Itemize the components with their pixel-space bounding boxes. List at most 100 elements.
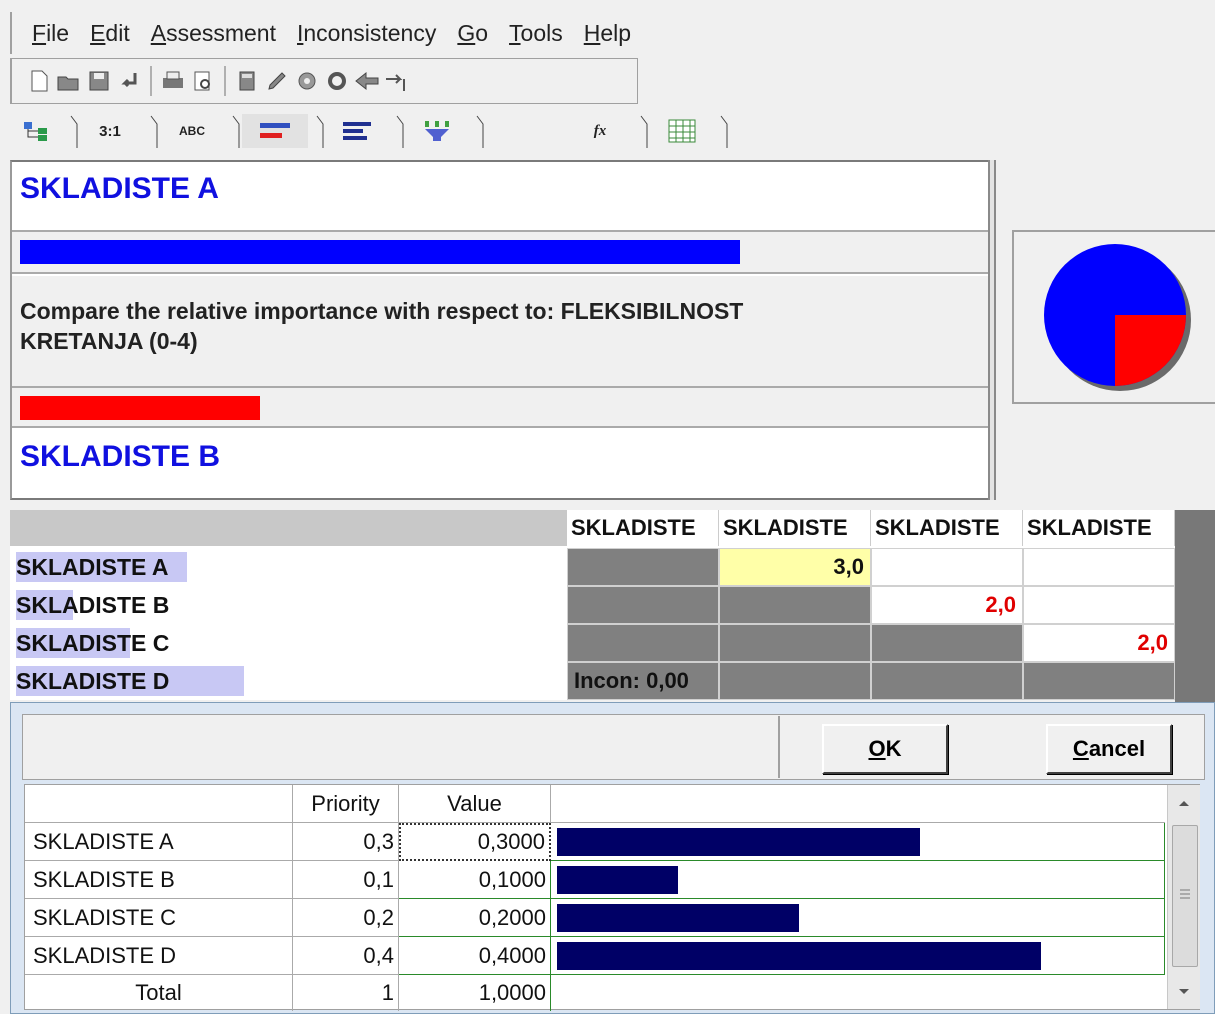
table-row-label: SKLADISTE B: [25, 861, 293, 899]
menu-edit[interactable]: Edit: [89, 20, 131, 47]
toolbar-separator: [150, 66, 152, 96]
save-icon[interactable]: [86, 68, 112, 94]
matrix-cell: [719, 586, 871, 624]
matrix-cell: [719, 624, 871, 662]
tab-divider: [316, 115, 324, 148]
matrix-row[interactable]: SKLADISTE B: [10, 586, 567, 624]
grid-icon: [668, 119, 696, 143]
priority-cell: 0,4: [293, 937, 399, 975]
comparison-bar-b[interactable]: [20, 396, 260, 420]
table-row-label: SKLADISTE A: [25, 823, 293, 861]
matrix-row[interactable]: SKLADISTE C: [10, 624, 567, 662]
priority-cell: 0,2: [293, 899, 399, 937]
dialog-message-area: [24, 716, 780, 778]
pie-slice-b: [1115, 315, 1186, 386]
refresh-icon[interactable]: [324, 68, 350, 94]
tab-bars[interactable]: [328, 114, 388, 148]
scroll-down-arrow-icon[interactable]: [1168, 975, 1200, 1009]
priority-cell: 0,3: [293, 823, 399, 861]
funnel-icon: [425, 121, 449, 141]
scroll-thumb[interactable]: [1172, 825, 1198, 967]
table-corner: [25, 785, 293, 823]
menu-help[interactable]: Help: [583, 20, 632, 47]
matrix-cell: [567, 548, 719, 586]
print-icon[interactable]: [160, 68, 186, 94]
formula-icon: fx: [593, 122, 607, 139]
matrix-col-header[interactable]: SKLADISTE: [719, 510, 871, 546]
tab-divider: [720, 115, 728, 148]
priority-header: Priority: [293, 785, 399, 823]
matrix-col-header[interactable]: SKLADISTE: [567, 510, 719, 546]
edit-icon[interactable]: [264, 68, 290, 94]
bar-header: [551, 785, 1165, 823]
bars-icon: [343, 122, 371, 140]
comparison-matrix: SKLADISTE SKLADISTE SKLADISTE SKLADISTE …: [10, 510, 1175, 700]
matrix-cell[interactable]: [1023, 548, 1175, 586]
vertical-scrollbar[interactable]: [1167, 785, 1200, 1009]
matrix-cell-selected[interactable]: 3,0: [719, 548, 871, 586]
matrix-cell[interactable]: 2,0: [871, 586, 1023, 624]
tree-icon: [24, 122, 47, 141]
priorities-table: Priority Value SKLADISTE A 0,3 0,3000 SK…: [24, 784, 1200, 1011]
matrix-cell: [1023, 662, 1175, 700]
value-input[interactable]: 0,4000: [399, 937, 551, 975]
matrix-cell[interactable]: [1023, 586, 1175, 624]
matrix-row-label: SKLADISTE D: [16, 668, 170, 694]
menu-assessment[interactable]: Assessment: [150, 20, 277, 47]
matrix-cell: [871, 662, 1023, 700]
tab-divider: [70, 115, 78, 148]
tab-tree[interactable]: [12, 114, 62, 148]
tab-divider: [150, 115, 158, 148]
matrix-cell: [871, 624, 1023, 662]
matrix-cell: [719, 662, 871, 700]
cancel-button[interactable]: Cancel: [1046, 724, 1172, 774]
priority-bar: [557, 866, 678, 894]
tab-ratio[interactable]: 3:1: [80, 114, 140, 148]
panel-splitter[interactable]: [988, 160, 996, 500]
menu-go[interactable]: Go: [456, 20, 489, 47]
undo-icon[interactable]: [116, 68, 142, 94]
tab-divider: [396, 115, 404, 148]
value-input[interactable]: 0,2000: [399, 899, 551, 937]
matrix-cell[interactable]: 2,0: [1023, 624, 1175, 662]
open-icon[interactable]: [56, 68, 82, 94]
view-tabs: 3:1 ABC fx: [10, 108, 1215, 152]
comparison-question: Compare the relative importance with res…: [20, 298, 744, 354]
tab-graphical[interactable]: [242, 114, 308, 148]
matrix-row-label: SKLADISTE B: [16, 592, 170, 618]
value-header: Value: [399, 785, 551, 823]
new-icon[interactable]: [26, 68, 52, 94]
comparison-bar-a[interactable]: [20, 240, 740, 264]
goto-icon[interactable]: [384, 68, 410, 94]
table-row-label: SKLADISTE C: [25, 899, 293, 937]
synthesize-icon[interactable]: [294, 68, 320, 94]
calculator-icon[interactable]: [234, 68, 260, 94]
priority-bar: [557, 828, 920, 856]
value-input[interactable]: 0,3000: [399, 823, 551, 861]
ok-button[interactable]: OK: [822, 724, 948, 774]
total-label: Total: [25, 975, 293, 1011]
sensitivity-icon[interactable]: [354, 68, 380, 94]
pie-chart: [1044, 244, 1191, 391]
tab-verbal[interactable]: ABC: [162, 114, 222, 148]
priority-bar: [557, 942, 1041, 970]
menu-tools[interactable]: Tools: [508, 20, 564, 47]
table-row-label: SKLADISTE D: [25, 937, 293, 975]
matrix-col-header[interactable]: SKLADISTE: [871, 510, 1023, 546]
tab-funnel[interactable]: [408, 114, 468, 148]
scroll-up-arrow-icon[interactable]: [1168, 785, 1200, 821]
menu-file[interactable]: File: [31, 20, 70, 47]
value-input[interactable]: 0,1000: [399, 861, 551, 899]
matrix-corner: [10, 510, 567, 546]
priority-bar: [557, 904, 799, 932]
matrix-row[interactable]: SKLADISTE D: [10, 662, 567, 700]
tab-grid[interactable]: [652, 114, 712, 148]
matrix-row[interactable]: SKLADISTE A: [10, 548, 567, 586]
tab-formula[interactable]: fx: [570, 114, 630, 148]
node-a-label: SKLADISTE A: [20, 172, 219, 205]
print-preview-icon[interactable]: [190, 68, 216, 94]
matrix-cell[interactable]: [871, 548, 1023, 586]
toolbar: [10, 58, 638, 104]
menu-inconsistency[interactable]: Inconsistency: [296, 20, 437, 47]
matrix-col-header[interactable]: SKLADISTE: [1023, 510, 1175, 546]
